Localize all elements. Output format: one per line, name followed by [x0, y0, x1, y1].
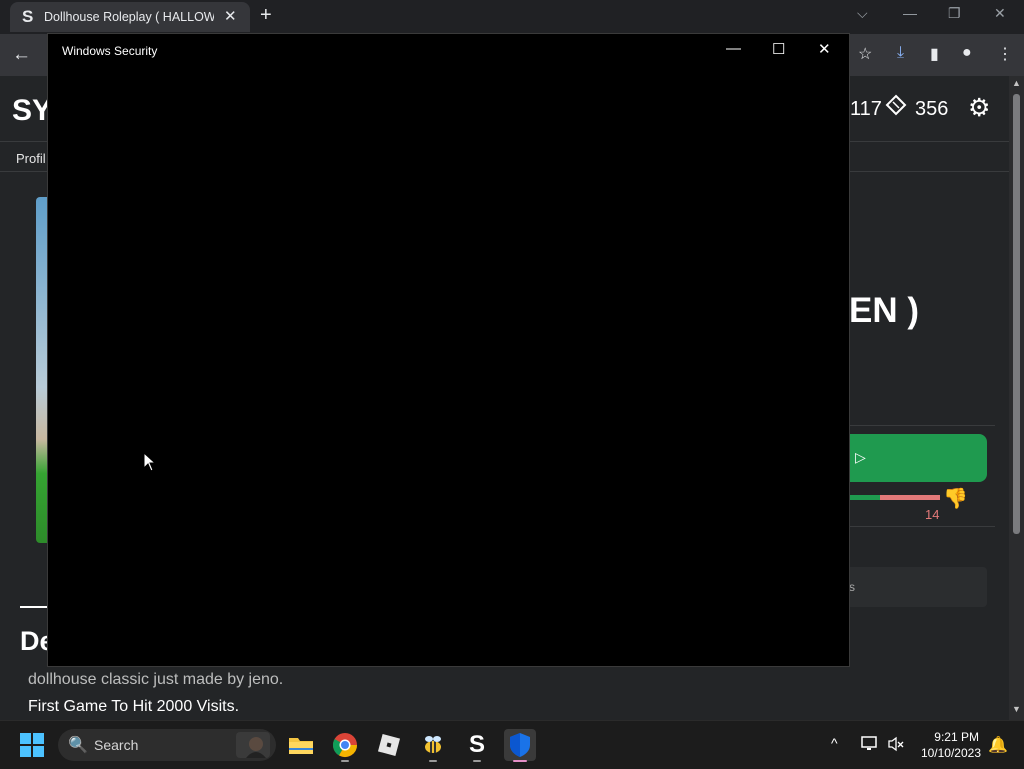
thumbs-down-icon[interactable]: 👎	[943, 486, 968, 511]
bee-icon	[425, 736, 441, 753]
network-icon[interactable]	[861, 736, 879, 752]
scroll-up-arrow-icon[interactable]: ▲	[1012, 78, 1021, 88]
chrome-taskbar-button[interactable]	[329, 729, 361, 762]
mouse-cursor-icon	[143, 452, 157, 472]
profile-icon[interactable]: ●	[962, 44, 972, 62]
page-scrollbar[interactable]: ▲ ▼	[1009, 76, 1024, 720]
back-arrow-icon[interactable]: ←	[12, 44, 31, 66]
game-title: EN )	[849, 291, 919, 330]
tickets-icon	[885, 94, 907, 116]
search-placeholder: Search	[94, 737, 139, 753]
dialog-close-button[interactable]: ✕	[818, 40, 831, 58]
browser-tab-strip: S Dollhouse Roleplay ( HALLOWEEN ) ✕ + ⌵…	[0, 0, 1024, 34]
file-explorer-button[interactable]	[285, 729, 317, 761]
window-restore-button[interactable]: ❐	[948, 5, 961, 22]
running-indicator	[473, 760, 481, 762]
divider	[849, 526, 995, 527]
play-button[interactable]: ▷	[849, 434, 987, 482]
servers-tab[interactable]: s	[849, 567, 987, 607]
new-tab-button[interactable]: +	[260, 4, 272, 27]
tab-close-icon[interactable]: ✕	[224, 7, 237, 25]
settings-gear-icon[interactable]: ⚙	[968, 93, 990, 123]
bookmark-star-icon[interactable]: ☆	[858, 44, 872, 64]
upvote-bar	[849, 495, 880, 500]
dialog-maximize-button[interactable]: ☐	[772, 40, 785, 58]
clock-date[interactable]: 10/10/2023	[915, 746, 981, 760]
search-icon: 🔍	[68, 737, 88, 754]
description-text: First Game To Hit 2000 Visits.	[28, 698, 240, 715]
windows-start-icon[interactable]	[20, 733, 44, 757]
dialog-title: Windows Security	[62, 44, 158, 58]
active-indicator	[513, 760, 527, 762]
roblox-taskbar-button[interactable]	[373, 729, 405, 761]
robux-balance[interactable]: 117	[850, 98, 882, 121]
windows-security-taskbar-button[interactable]	[504, 729, 536, 762]
volume-muted-icon[interactable]	[887, 736, 905, 752]
taskbar-search[interactable]: 🔍 Search	[58, 729, 276, 761]
play-icon: ▷	[855, 449, 866, 465]
tab-title: Dollhouse Roleplay ( HALLOWEEN )	[44, 10, 214, 24]
bee-app-taskbar-button[interactable]	[417, 729, 449, 762]
window-minimize-button[interactable]: —	[903, 5, 917, 21]
s-app-taskbar-button[interactable]: S	[461, 729, 493, 762]
divider	[849, 425, 995, 426]
nav-profile-link[interactable]: Profil	[16, 151, 46, 166]
show-hidden-icons-chevron-icon[interactable]: ^	[831, 735, 838, 751]
search-highlight-art-icon	[236, 732, 270, 758]
tab-search-dropdown-icon[interactable]: ⌵	[857, 5, 868, 22]
download-icon[interactable]: ⤓	[897, 44, 904, 62]
dialog-minimize-button[interactable]: —	[726, 40, 741, 57]
chrome-icon	[332, 733, 357, 758]
tickets-balance[interactable]: 356	[915, 98, 948, 121]
windows-security-dialog[interactable]: Windows Security — ☐ ✕	[47, 33, 850, 667]
folder-icon	[289, 738, 313, 754]
browser-tab[interactable]: S Dollhouse Roleplay ( HALLOWEEN ) ✕	[10, 2, 250, 32]
scroll-down-arrow-icon[interactable]: ▼	[1012, 704, 1021, 714]
dislike-count: 14	[925, 507, 940, 522]
description-text: dollhouse classic just made by jeno.	[28, 671, 284, 688]
side-panel-icon[interactable]: ▮	[930, 44, 939, 64]
clock-time[interactable]: 9:21 PM	[925, 730, 979, 744]
running-indicator	[341, 760, 349, 762]
chrome-menu-icon[interactable]: ⋮	[997, 44, 1013, 64]
windows-taskbar: 🔍 Search S ^ 9:21 PM 10/10/2023 🔔	[0, 720, 1024, 769]
site-favicon-icon: S	[22, 7, 34, 26]
s-app-icon: S	[469, 731, 486, 758]
downvote-bar	[880, 495, 940, 500]
roblox-icon	[377, 733, 401, 757]
window-close-button[interactable]: ✕	[994, 5, 1006, 22]
notification-bell-icon[interactable]: 🔔	[988, 735, 1008, 755]
shield-icon	[510, 733, 530, 757]
scrollbar-thumb[interactable]	[1013, 94, 1020, 534]
active-tab-underline	[20, 606, 48, 608]
running-indicator	[429, 760, 437, 762]
